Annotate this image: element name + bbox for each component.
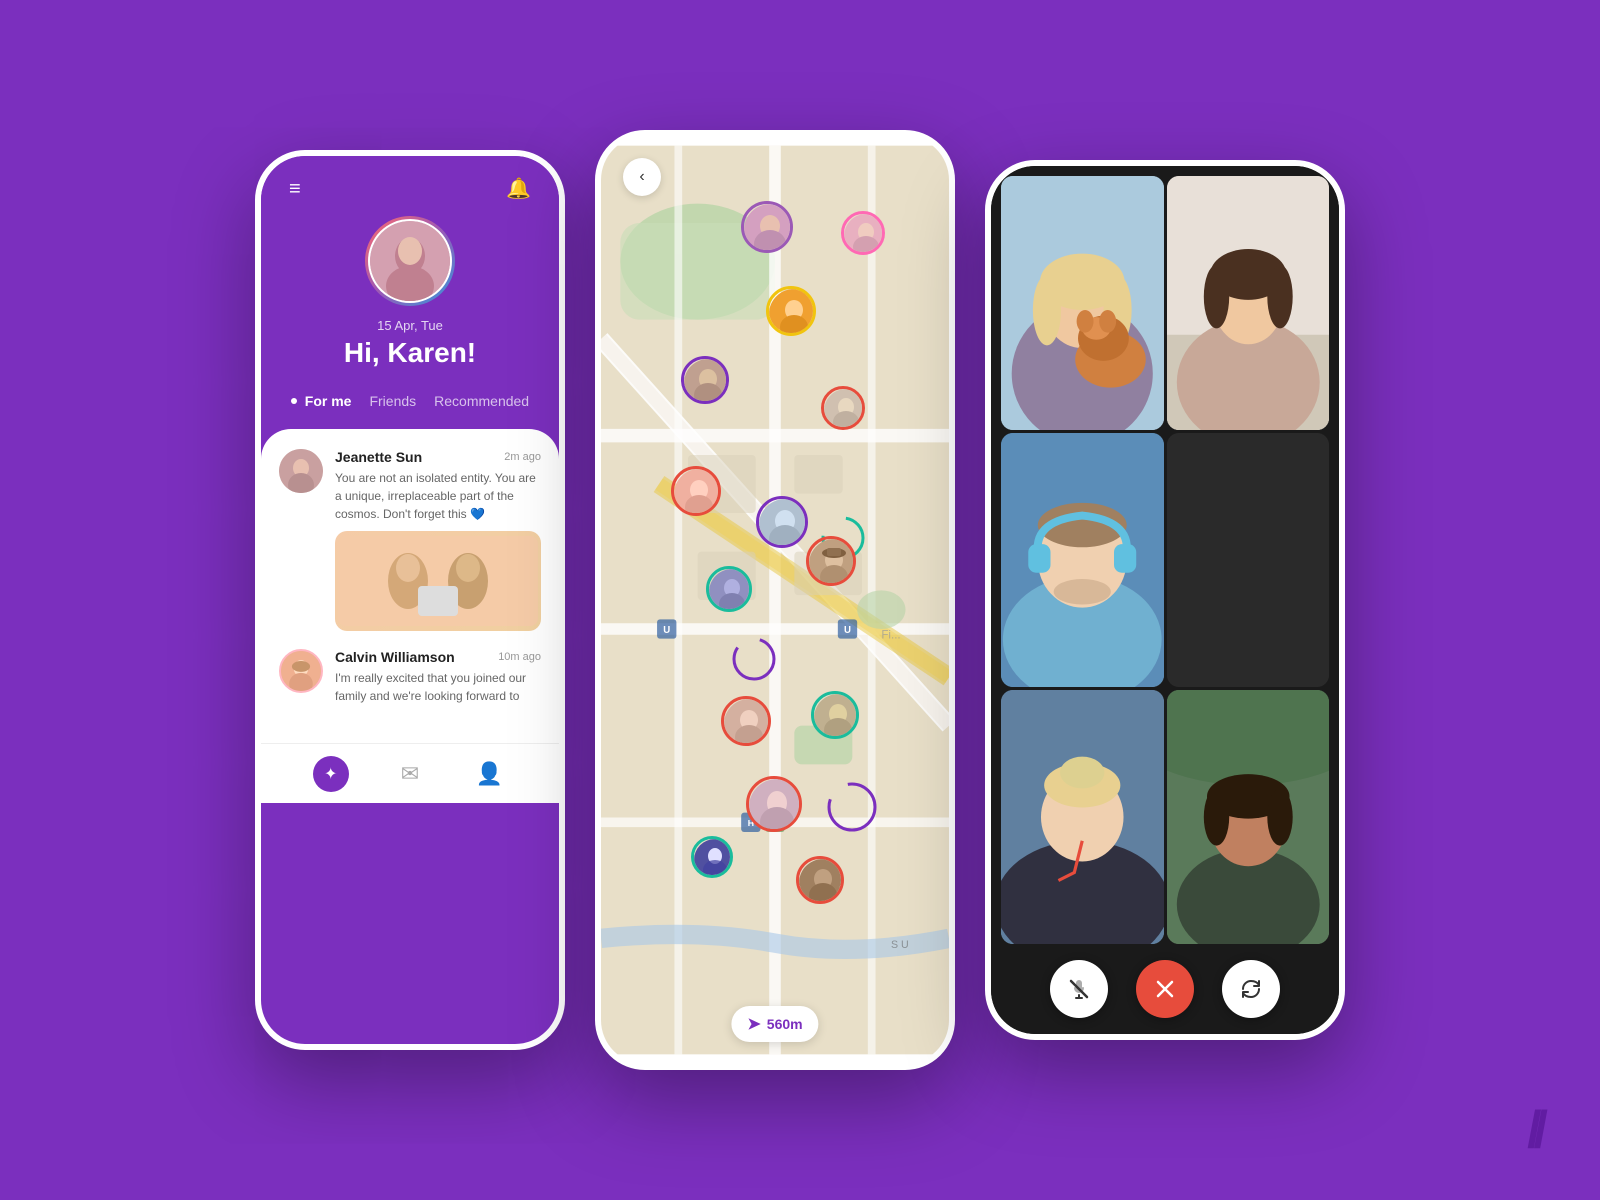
map-back-button[interactable]: ‹ xyxy=(623,158,661,196)
brand-logo: // xyxy=(1527,1100,1540,1160)
hamburger-icon[interactable]: ≡ xyxy=(289,179,301,199)
map-pin-1[interactable] xyxy=(741,201,793,253)
profile-section: 15 Apr, Tue Hi, Karen! xyxy=(261,201,559,389)
message-avatar-1 xyxy=(279,449,323,493)
video-cell-top-right xyxy=(1167,176,1330,430)
phone-1-social-feed: ≡ 🔔 15 Apr, Tue Hi, Karen! xyxy=(255,150,565,1050)
sender-name-2: Calvin Williamson xyxy=(335,649,455,665)
video-cell-main xyxy=(1001,176,1164,430)
message-text-2: I'm really excited that you joined our f… xyxy=(335,669,541,705)
profile-date: 15 Apr, Tue xyxy=(377,318,443,333)
compass-icon: ➤ xyxy=(747,1014,760,1034)
map-pin-5[interactable] xyxy=(821,386,865,430)
video-cell-bot-left xyxy=(1001,690,1164,944)
mute-button[interactable] xyxy=(1050,960,1108,1018)
message-time-1: 2m ago xyxy=(504,451,541,463)
phone-3-video-call xyxy=(985,160,1345,1040)
svg-text:S U: S U xyxy=(891,939,909,951)
message-image-1 xyxy=(335,531,541,631)
back-chevron-icon: ‹ xyxy=(639,168,644,186)
bell-icon[interactable]: 🔔 xyxy=(506,176,531,201)
feed-content: Jeanette Sun 2m ago You are not an isola… xyxy=(261,429,559,743)
message-text-1: You are not an isolated entity. You are … xyxy=(335,469,541,523)
message-header-1: Jeanette Sun 2m ago xyxy=(335,449,541,465)
svg-text:U: U xyxy=(663,625,670,636)
avatar-ring xyxy=(365,216,455,306)
bottom-nav: ✦ ✉ 👤 xyxy=(261,743,559,803)
video-cell-mid-right xyxy=(1167,433,1330,687)
profile-greeting: Hi, Karen! xyxy=(344,337,476,369)
map-pin-3[interactable] xyxy=(766,286,816,336)
nav-explore-icon[interactable]: ✦ xyxy=(313,756,349,792)
svg-text:Fi...: Fi... xyxy=(881,629,900,642)
map-pin-arc-3[interactable] xyxy=(826,781,878,833)
map-pin-17[interactable] xyxy=(796,856,844,904)
profile-avatar xyxy=(370,221,450,301)
video-call-body xyxy=(991,166,1339,1034)
end-call-button[interactable] xyxy=(1136,960,1194,1018)
map-pin-10[interactable] xyxy=(806,536,856,586)
distance-badge: ➤ 560m xyxy=(731,1006,818,1042)
video-cell-mid-left xyxy=(1001,433,1164,687)
message-time-2: 10m ago xyxy=(498,651,541,663)
message-avatar-2 xyxy=(279,649,323,693)
sender-name-1: Jeanette Sun xyxy=(335,449,422,465)
video-cell-bot-right xyxy=(1167,690,1330,944)
map-pin-4[interactable] xyxy=(681,356,729,404)
map-pin-16[interactable] xyxy=(691,836,733,878)
flip-camera-button[interactable] xyxy=(1222,960,1280,1018)
map-pin-2[interactable] xyxy=(841,211,885,255)
map-pin-13[interactable] xyxy=(811,691,859,739)
map-pin-arc-2[interactable] xyxy=(731,636,777,682)
map-container: U U Fi... H S S U ‹ xyxy=(601,136,949,1064)
message-item-2: Calvin Williamson 10m ago I'm really exc… xyxy=(279,649,541,705)
phone1-header: ≡ 🔔 xyxy=(261,156,559,201)
nav-messages-icon[interactable]: ✉ xyxy=(392,756,428,792)
message-body-2: Calvin Williamson 10m ago I'm really exc… xyxy=(335,649,541,705)
map-pin-7[interactable] xyxy=(756,496,808,548)
map-pin-6[interactable] xyxy=(671,466,721,516)
map-pin-12[interactable] xyxy=(721,696,771,746)
video-grid xyxy=(991,166,1339,944)
video-controls xyxy=(991,944,1339,1034)
message-body-1: Jeanette Sun 2m ago You are not an isola… xyxy=(335,449,541,631)
tab-friends[interactable]: Friends xyxy=(369,389,416,413)
message-header-2: Calvin Williamson 10m ago xyxy=(335,649,541,665)
svg-text:U: U xyxy=(844,625,851,636)
tab-for-me[interactable]: For me xyxy=(291,389,352,413)
tab-recommended[interactable]: Recommended xyxy=(434,389,529,413)
tabs-bar: For me Friends Recommended xyxy=(261,389,559,429)
phone-2-map: U U Fi... H S S U ‹ xyxy=(595,130,955,1070)
nav-profile-icon[interactable]: 👤 xyxy=(471,756,507,792)
map-pin-9[interactable] xyxy=(706,566,752,612)
distance-text: 560m xyxy=(767,1016,803,1032)
map-pin-14[interactable] xyxy=(746,776,802,832)
message-item: Jeanette Sun 2m ago You are not an isola… xyxy=(279,449,541,631)
